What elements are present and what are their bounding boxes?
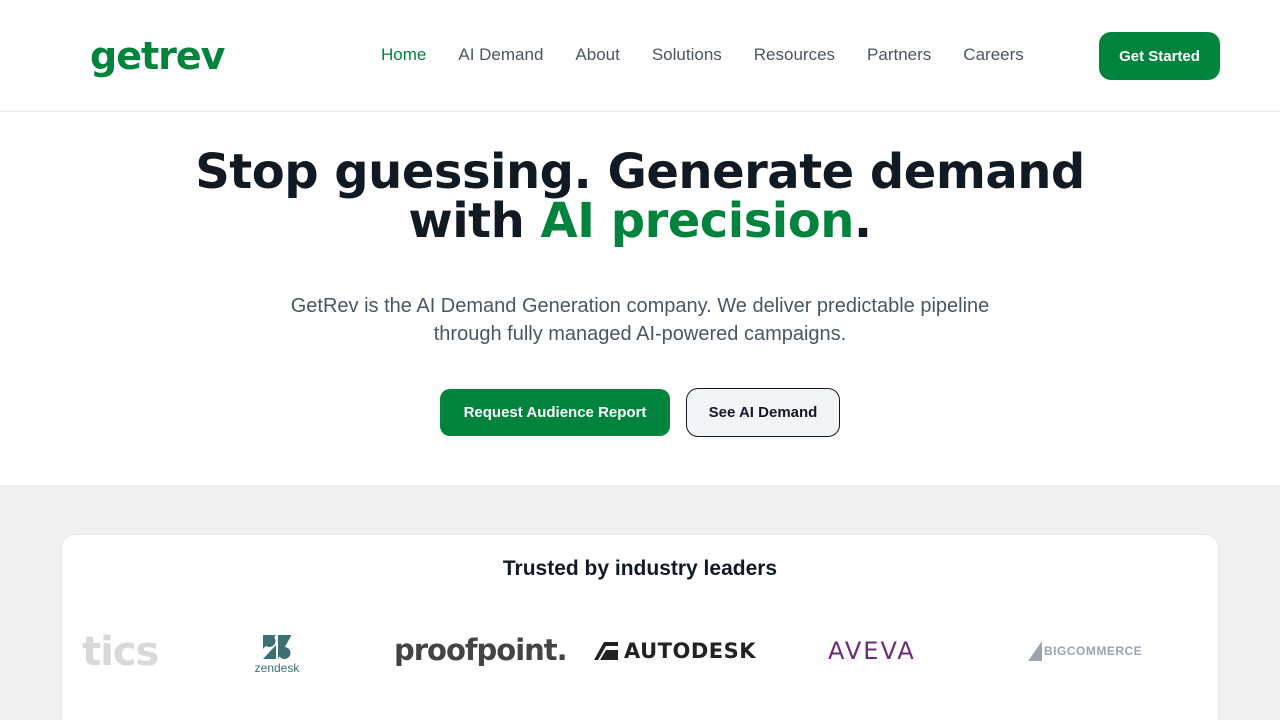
autodesk-wordmark: AUTODESK xyxy=(624,639,757,663)
hero-title-line2-prefix: with xyxy=(408,193,541,249)
hero-title-suffix: . xyxy=(853,193,872,249)
nav-solutions[interactable]: Solutions xyxy=(636,40,738,70)
trusted-card: Trusted by industry leaders tics zendesk… xyxy=(61,534,1219,720)
see-ai-demand-button[interactable]: See AI Demand xyxy=(686,388,840,437)
hero-subtitle: GetRev is the AI Demand Generation compa… xyxy=(290,295,990,345)
nav-about[interactable]: About xyxy=(559,40,635,70)
partial-brand-logo: tics xyxy=(82,629,159,675)
nav-ai-demand[interactable]: AI Demand xyxy=(442,40,559,70)
hero-title: Stop guessing. Generate demand with AI p… xyxy=(0,148,1280,246)
zendesk-logo: zendesk xyxy=(242,635,312,675)
get-started-button[interactable]: Get Started xyxy=(1099,32,1220,80)
bigcommerce-mark-icon xyxy=(1028,641,1042,661)
request-audience-report-button[interactable]: Request Audience Report xyxy=(440,389,670,436)
autodesk-logo: AUTODESK xyxy=(594,639,756,663)
getrev-logo[interactable]: getrev xyxy=(90,34,225,78)
trusted-heading: Trusted by industry leaders xyxy=(502,557,778,580)
nav-resources[interactable]: Resources xyxy=(738,40,851,70)
nav-home[interactable]: Home xyxy=(365,40,442,70)
hero-title-line1: Stop guessing. Generate demand xyxy=(195,144,1085,200)
zendesk-wordmark: zendesk xyxy=(254,661,300,675)
bigcommerce-wordmark: BIGCOMMERCE xyxy=(1044,644,1143,658)
hero-title-accent: AI precision xyxy=(540,193,855,249)
main-nav: Home AI Demand About Solutions Resources… xyxy=(365,40,1040,70)
zendesk-mark-icon xyxy=(263,635,291,659)
bigcommerce-logo: BIGCOMMERCE xyxy=(1028,641,1142,661)
logo-carousel: tics zendesk proofpoint. AUTODESK AVEVA xyxy=(62,625,1218,685)
aveva-logo: AVEVA xyxy=(828,637,916,665)
proofpoint-logo: proofpoint. xyxy=(394,633,568,667)
nav-careers[interactable]: Careers xyxy=(947,40,1039,70)
site-header: getrev Home AI Demand About Solutions Re… xyxy=(0,0,1280,112)
autodesk-mark-icon xyxy=(594,642,618,660)
nav-partners[interactable]: Partners xyxy=(851,40,947,70)
